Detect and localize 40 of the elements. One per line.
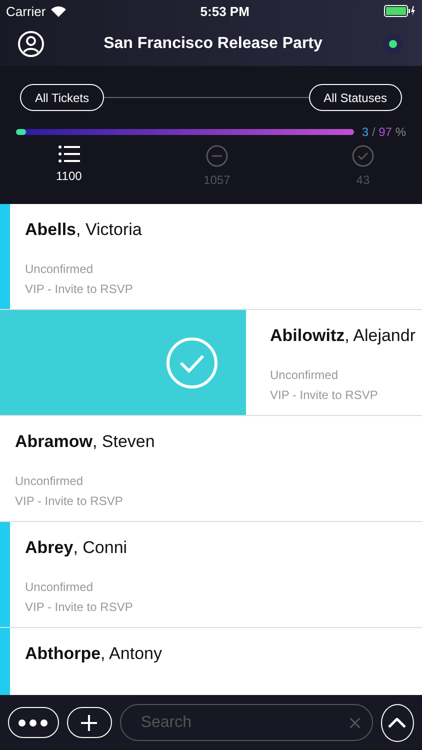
- scroll-top-button[interactable]: [380, 704, 414, 742]
- ticket-type: VIP - Invite to RSVP: [15, 494, 124, 508]
- add-button[interactable]: [66, 707, 112, 738]
- profile-icon[interactable]: [18, 31, 44, 57]
- minus-circle-icon: [206, 145, 228, 167]
- clock: 5:53 PM: [200, 4, 250, 18]
- battery-icon: [384, 5, 416, 17]
- check-circle-icon: [352, 145, 374, 167]
- ticket-type: VIP - Invite to RSVP: [25, 282, 134, 296]
- ticket-type: VIP - Invite to RSVP: [270, 388, 379, 402]
- guest-name[interactable]: Abramow, Steven: [15, 432, 155, 452]
- wifi-icon: [50, 6, 66, 16]
- guest-name[interactable]: Abrey, Conni: [25, 538, 133, 558]
- more-icon: [18, 718, 48, 726]
- guest-row[interactable]: Abilowitz, Alejandr Unconfirmed VIP - Invite to RSVP: [0, 310, 422, 416]
- list-icon: [58, 145, 80, 163]
- search-input[interactable]: Search: [138, 712, 350, 732]
- guest-status: Unconfirmed: [25, 262, 94, 276]
- clear-icon[interactable]: [350, 718, 360, 728]
- check-circle-icon: [166, 336, 218, 388]
- guest-status: Unconfirmed: [270, 368, 340, 382]
- guest-status: Unconfirmed: [15, 474, 84, 488]
- search-field[interactable]: Search: [120, 704, 373, 741]
- more-button[interactable]: [8, 707, 58, 738]
- guest-name[interactable]: Abthorpe, Antony: [25, 644, 162, 664]
- status-filter[interactable]: All Statuses: [308, 84, 402, 111]
- guest-status: Unconfirmed: [25, 580, 94, 594]
- guest-name[interactable]: Abells, Victoria: [25, 220, 142, 240]
- plus-icon: [81, 714, 98, 730]
- guest-row[interactable]: Abrey, Conni Unconfirmed VIP - Invite to RSVP: [0, 522, 422, 628]
- filter-tab[interactable]: 1100: [56, 145, 82, 187]
- ticket-filter[interactable]: All Tickets: [20, 84, 104, 111]
- check-in-action[interactable]: [0, 310, 246, 415]
- carrier-label: Carrier: [6, 4, 46, 18]
- progress-label: 3 / 97 %: [362, 125, 406, 139]
- ticket-type: VIP - Invite to RSVP: [25, 600, 133, 614]
- chevron-up-icon: [388, 718, 406, 728]
- event-title: San Francisco Release Party: [104, 35, 322, 53]
- guest-row[interactable]: Abramow, Steven Unconfirmed VIP - Invite to RSVP: [0, 416, 422, 522]
- guest-name[interactable]: Abilowitz, Alejandr: [270, 326, 416, 346]
